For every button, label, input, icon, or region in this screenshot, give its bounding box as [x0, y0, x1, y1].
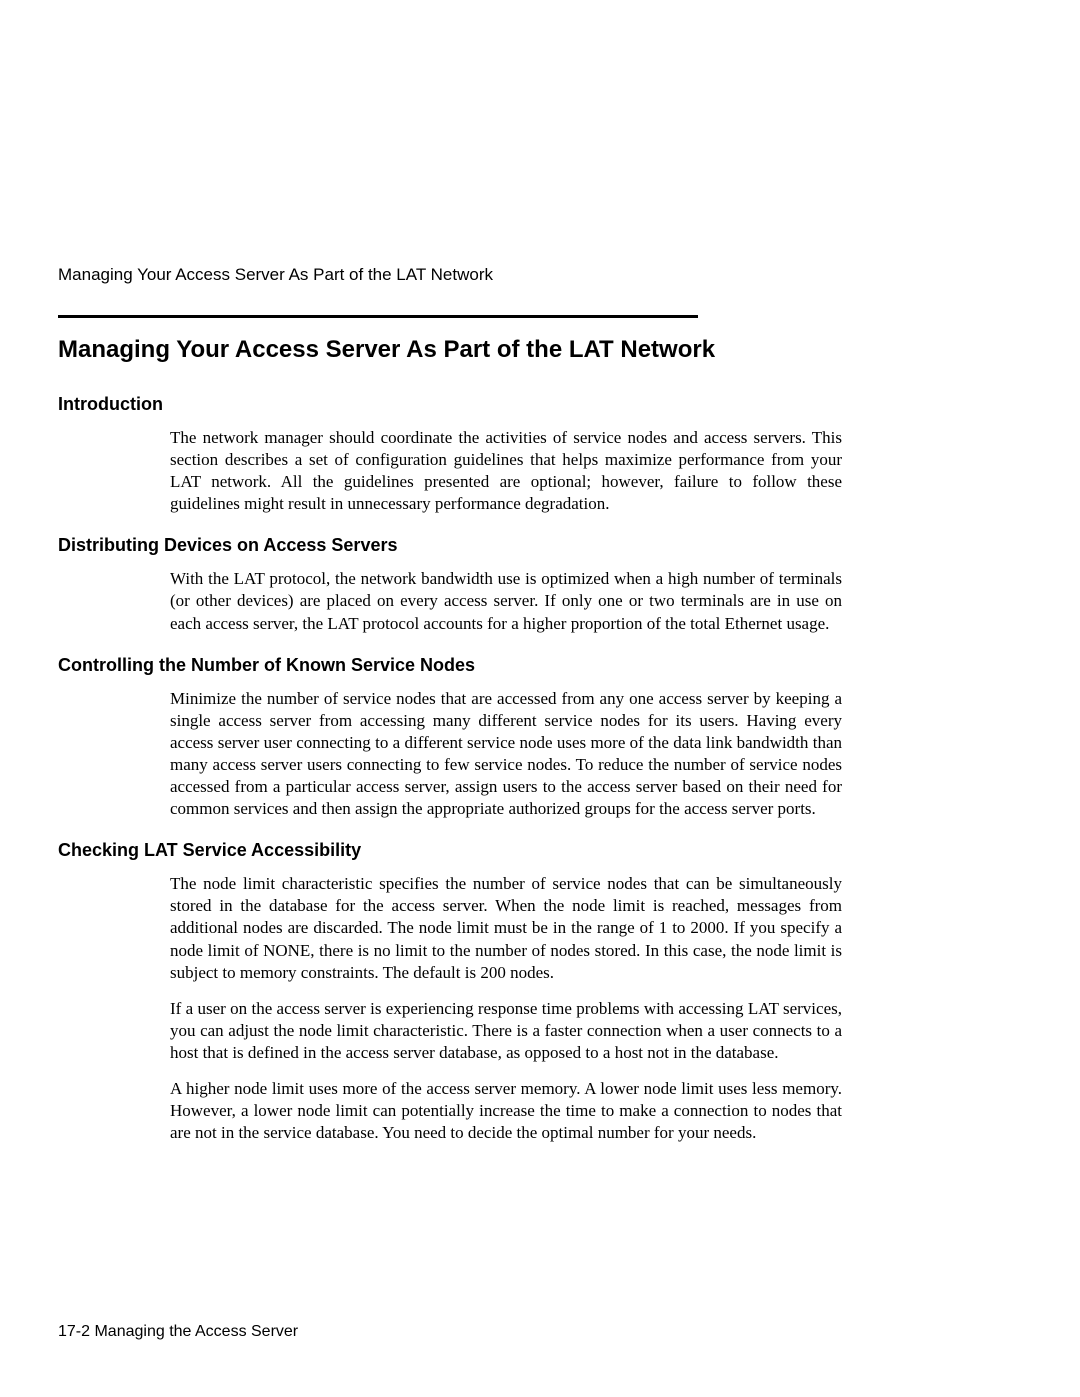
- section-heading: Distributing Devices on Access Servers: [58, 535, 854, 556]
- page-footer: 17-2 Managing the Access Server: [58, 1323, 298, 1341]
- section-heading: Introduction: [58, 394, 854, 415]
- section-checking-lat-accessibility: Checking LAT Service Accessibility The n…: [58, 840, 854, 1144]
- section-heading: Checking LAT Service Accessibility: [58, 840, 854, 861]
- paragraph: Minimize the number of service nodes tha…: [170, 688, 842, 821]
- paragraph: The node limit characteristic specifies …: [170, 873, 842, 983]
- main-heading: Managing Your Access Server As Part of t…: [58, 336, 854, 364]
- paragraph: The network manager should coordinate th…: [170, 427, 842, 515]
- paragraph: With the LAT protocol, the network bandw…: [170, 568, 842, 634]
- section-controlling-service-nodes: Controlling the Number of Known Service …: [58, 655, 854, 821]
- section-introduction: Introduction The network manager should …: [58, 394, 854, 515]
- document-page: Managing Your Access Server As Part of t…: [0, 0, 1080, 1397]
- section-distributing-devices: Distributing Devices on Access Servers W…: [58, 535, 854, 634]
- paragraph: If a user on the access server is experi…: [170, 998, 842, 1064]
- section-heading: Controlling the Number of Known Service …: [58, 655, 854, 676]
- paragraph: A higher node limit uses more of the acc…: [170, 1078, 842, 1144]
- horizontal-rule: [58, 315, 698, 318]
- running-header: Managing Your Access Server As Part of t…: [58, 265, 854, 285]
